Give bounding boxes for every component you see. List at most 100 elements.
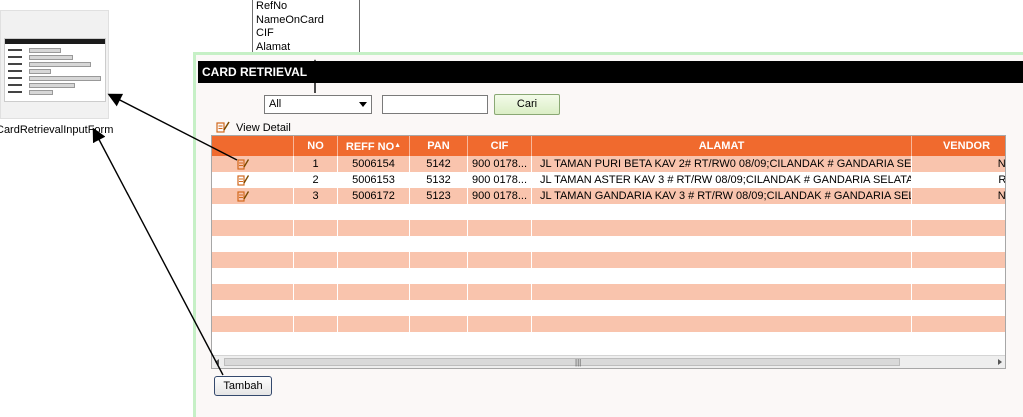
empty-cell <box>410 316 468 332</box>
empty-cell <box>338 268 410 284</box>
card-retrieval-panel: CARD RETRIEVAL All Cari View Detail NO R… <box>193 52 1023 417</box>
grip-icon: ||| <box>575 358 582 367</box>
grid-body: 1 5006154 5142 900 0178... JL TAMAN PURI BET… <box>212 156 1005 348</box>
empty-cell <box>212 284 294 300</box>
empty-cell <box>410 300 468 316</box>
cell-vendor: NCS <box>912 188 1005 204</box>
thumbnail-label: CardRetrievalInputForm <box>0 124 114 136</box>
empty-cell <box>212 332 294 348</box>
filter-select[interactable]: All <box>264 95 372 114</box>
empty-table-row <box>212 220 1005 236</box>
cell-no: 1 <box>294 156 338 172</box>
table-row[interactable]: 2 5006153 5132 900 0178... JL TAMAN ASTER KA… <box>212 172 1005 188</box>
empty-table-row <box>212 204 1005 220</box>
empty-cell <box>912 316 1005 332</box>
dropdown-option-refno[interactable]: RefNo <box>253 0 359 14</box>
empty-table-row <box>212 268 1005 284</box>
search-button[interactable]: Cari <box>494 94 560 115</box>
search-input[interactable] <box>382 95 488 114</box>
column-header-icon <box>212 136 294 156</box>
empty-cell <box>912 332 1005 348</box>
column-dropdown-list[interactable]: RefNo NameOnCard CIF Alamat <box>252 0 360 56</box>
column-header-reff-no[interactable]: REFF NO▲ <box>338 136 410 156</box>
empty-cell <box>410 284 468 300</box>
empty-table-row <box>212 332 1005 348</box>
add-button[interactable]: Tambah <box>214 376 272 396</box>
table-row[interactable]: 1 5006154 5142 900 0178... JL TAMAN PURI BET… <box>212 156 1005 172</box>
column-header-vendor[interactable]: VENDOR <box>912 136 1005 156</box>
empty-cell <box>410 204 468 220</box>
form-thumbnail[interactable] <box>0 10 109 119</box>
empty-cell <box>212 300 294 316</box>
empty-cell <box>338 300 410 316</box>
empty-cell <box>912 204 1005 220</box>
empty-cell <box>212 236 294 252</box>
column-header-cif[interactable]: CIF <box>468 136 532 156</box>
cell-pan: 5123 <box>410 188 468 204</box>
row-edit-cell[interactable] <box>212 188 294 204</box>
scroll-right-icon[interactable] <box>998 359 1002 365</box>
scroll-left-icon[interactable] <box>215 359 219 365</box>
column-header-no[interactable]: NO <box>294 136 338 156</box>
row-edit-cell[interactable] <box>212 156 294 172</box>
cell-reff: 5006172 <box>338 188 410 204</box>
horizontal-scrollbar[interactable]: ||| <box>212 355 1005 368</box>
scrollbar-thumb[interactable]: ||| <box>224 358 900 367</box>
sort-indicator-icon: ▲ <box>394 142 402 149</box>
empty-cell <box>410 252 468 268</box>
empty-cell <box>212 252 294 268</box>
empty-table-row <box>212 252 1005 268</box>
empty-cell <box>912 220 1005 236</box>
empty-cell <box>212 268 294 284</box>
empty-cell <box>468 300 532 316</box>
empty-cell <box>294 284 338 300</box>
empty-cell <box>410 332 468 348</box>
empty-cell <box>338 220 410 236</box>
empty-table-row <box>212 300 1005 316</box>
cell-no: 2 <box>294 172 338 188</box>
thumbnail-preview <box>4 38 106 102</box>
edit-icon <box>216 121 230 133</box>
empty-cell <box>338 316 410 332</box>
empty-cell <box>468 236 532 252</box>
empty-cell <box>912 236 1005 252</box>
empty-table-row <box>212 316 1005 332</box>
cell-alamat: JL TAMAN PURI BETA KAV 2# RT/RW0 08/09;C… <box>532 156 912 172</box>
chevron-down-icon[interactable] <box>359 102 367 107</box>
empty-cell <box>532 300 912 316</box>
empty-cell <box>532 332 912 348</box>
dropdown-option-cif[interactable]: CIF <box>253 27 359 41</box>
empty-cell <box>912 252 1005 268</box>
empty-cell <box>912 268 1005 284</box>
empty-cell <box>212 316 294 332</box>
edit-icon[interactable] <box>237 174 249 186</box>
empty-cell <box>410 236 468 252</box>
empty-cell <box>338 204 410 220</box>
empty-cell <box>212 204 294 220</box>
cell-pan: 5132 <box>410 172 468 188</box>
table-row[interactable]: 3 5006172 5123 900 0178... JL TAMAN GANDARIA… <box>212 188 1005 204</box>
view-detail-label: View Detail <box>236 122 291 134</box>
empty-cell <box>410 220 468 236</box>
empty-cell <box>912 300 1005 316</box>
empty-cell <box>532 236 912 252</box>
empty-cell <box>294 236 338 252</box>
empty-cell <box>468 284 532 300</box>
view-detail-link[interactable]: View Detail <box>216 121 291 135</box>
row-edit-cell[interactable] <box>212 172 294 188</box>
empty-cell <box>532 220 912 236</box>
column-header-pan[interactable]: PAN <box>410 136 468 156</box>
card-grid[interactable]: NO REFF NO▲ PAN CIF ALAMAT VENDOR 1 50061… <box>211 135 1006 369</box>
empty-cell <box>294 316 338 332</box>
empty-table-row <box>212 284 1005 300</box>
cell-vendor: RPX <box>912 172 1005 188</box>
empty-cell <box>468 204 532 220</box>
empty-table-row <box>212 236 1005 252</box>
edit-icon[interactable] <box>237 190 249 202</box>
empty-cell <box>468 316 532 332</box>
empty-cell <box>912 284 1005 300</box>
edit-icon[interactable] <box>237 158 249 170</box>
dropdown-option-nameoncard[interactable]: NameOnCard <box>253 14 359 28</box>
empty-cell <box>532 316 912 332</box>
column-header-alamat[interactable]: ALAMAT <box>532 136 912 156</box>
